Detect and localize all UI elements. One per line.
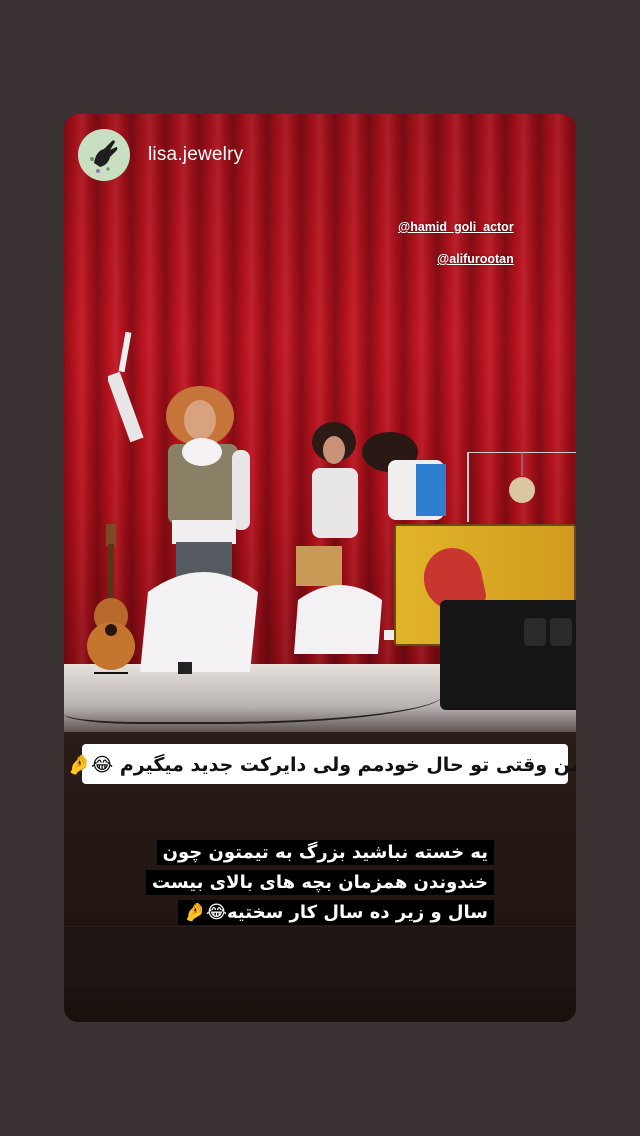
caption-text-block: یه خسته نباشید بزرگ به تیمتون چون خندوند… [124,838,494,928]
story-username[interactable]: lisa.jewelry [148,144,243,166]
mention-tag[interactable]: @alifurootan [437,252,514,266]
caption-line: خندوندن همزمان بچه های بالای بیست [145,870,494,895]
actor-left [108,332,258,674]
caption-line: سال و زیر ده سال کار سختیه😂🤌 [177,900,494,925]
mention-tag[interactable]: @hamid_goli_actor [398,220,514,234]
caption-sticker: من وقتی تو حال خودمم ولی دایرکت جدید میگ… [67,744,576,784]
stage-speaker [440,600,576,710]
story-frame[interactable]: lisa.jewelry @hamid_goli_actor @alifuroo… [64,114,576,1022]
caption-line: یه خسته نباشید بزرگ به تیمتون چون [156,840,494,865]
prop-stand [467,452,576,522]
stage-step [64,926,576,986]
story-header[interactable]: lisa.jewelry [78,128,243,182]
hand-logo-icon[interactable] [78,129,130,181]
